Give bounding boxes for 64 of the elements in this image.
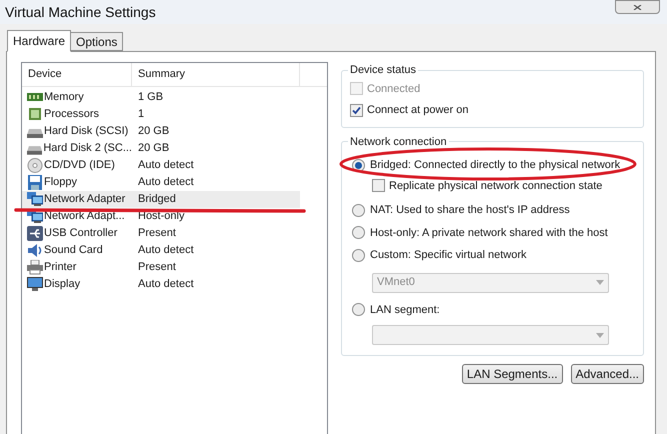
tab[interactable]: Options bbox=[71, 32, 124, 51]
device-name: Hard Disk 2 (SC... bbox=[43, 141, 132, 156]
device-name: USB Controller bbox=[44, 226, 118, 242]
device-row[interactable]: Floppy Auto detect bbox=[22, 174, 300, 191]
device-summary: Host-only bbox=[137, 209, 184, 224]
device-summary: Auto detect bbox=[137, 243, 194, 258]
device-name: Hard Disk (SCSI) bbox=[44, 124, 128, 140]
dialog-button[interactable]: LAN Segments... bbox=[462, 364, 563, 384]
device-name: Network Adapt... bbox=[44, 209, 125, 224]
device-row[interactable]: Memory 1 GB bbox=[22, 89, 300, 106]
close-icon bbox=[633, 4, 642, 10]
device-name: Floppy bbox=[44, 175, 78, 190]
radio-option[interactable]: Custom: Specific virtual network bbox=[352, 247, 635, 264]
printer-icon bbox=[27, 260, 43, 275]
monitor-icon bbox=[27, 277, 43, 292]
device-name: Printer bbox=[44, 260, 76, 276]
device-row[interactable]: CD/DVD (IDE) Auto detect bbox=[22, 157, 300, 174]
device-row[interactable]: Sound Card Auto detect bbox=[22, 242, 300, 259]
device-name: CD/DVD (IDE) bbox=[44, 158, 115, 174]
dropdown-arrow-icon bbox=[596, 280, 604, 285]
radio-option[interactable]: NAT: Used to share the host's IP address bbox=[352, 202, 635, 218]
network-computers-icon bbox=[27, 209, 43, 224]
group-title: Device status bbox=[349, 63, 418, 78]
device-summary: Present bbox=[137, 260, 176, 276]
device-row[interactable]: Display Auto detect bbox=[22, 276, 300, 293]
group-title: Network connection bbox=[349, 134, 448, 150]
checkmark-icon bbox=[352, 106, 361, 115]
device-summary: Auto detect bbox=[137, 158, 194, 174]
device-row[interactable]: Network Adapt... Host-only bbox=[22, 208, 300, 225]
network-computers-icon bbox=[27, 192, 43, 207]
column-header[interactable]: Summary bbox=[132, 63, 300, 86]
device-summary: 20 GB bbox=[137, 124, 170, 140]
device-summary: Present bbox=[137, 226, 176, 242]
chip-icon bbox=[27, 107, 43, 122]
device-summary: 1 bbox=[137, 107, 144, 122]
device-row[interactable]: Hard Disk (SCSI) 20 GB bbox=[22, 123, 300, 140]
device-row[interactable]: Processors 1 bbox=[22, 106, 300, 123]
usb-icon bbox=[27, 226, 43, 241]
device-summary: 1 GB bbox=[137, 90, 164, 106]
tab[interactable]: Hardware bbox=[7, 30, 72, 52]
device-name: Processors bbox=[44, 107, 100, 122]
device-row[interactable]: USB Controller Present bbox=[22, 225, 300, 242]
disc-icon bbox=[27, 158, 43, 173]
device-row[interactable]: Printer Present bbox=[22, 259, 300, 276]
speaker-icon bbox=[27, 243, 43, 258]
dialog-button[interactable]: Advanced... bbox=[570, 364, 644, 384]
checkbox[interactable]: Replicate physical network connection state bbox=[372, 178, 635, 194]
window-title: Virtual Machine Settings bbox=[4, 2, 156, 22]
device-summary: Auto detect bbox=[137, 277, 194, 292]
radio-option[interactable]: Host-only: A private network shared with the host bbox=[352, 224, 635, 241]
device-name: Sound Card bbox=[44, 243, 103, 258]
device-summary: 20 GB bbox=[137, 141, 170, 156]
device-summary: Auto detect bbox=[137, 175, 194, 190]
dropdown-arrow-icon bbox=[596, 332, 604, 338]
device-row[interactable]: Network Adapter Bridged bbox=[22, 191, 300, 208]
checkbox[interactable]: Connect at power on bbox=[350, 102, 635, 118]
device-name: Network Adapter bbox=[44, 192, 126, 208]
close-button[interactable] bbox=[615, 0, 660, 14]
device-row[interactable]: Hard Disk 2 (SC... 20 GB bbox=[22, 140, 300, 157]
device-name: Memory bbox=[44, 90, 84, 106]
device-summary: Bridged bbox=[137, 192, 176, 208]
device-name: Display bbox=[44, 277, 80, 292]
radio-option[interactable]: LAN segment: bbox=[352, 302, 635, 318]
column-header[interactable]: Device bbox=[22, 63, 132, 86]
